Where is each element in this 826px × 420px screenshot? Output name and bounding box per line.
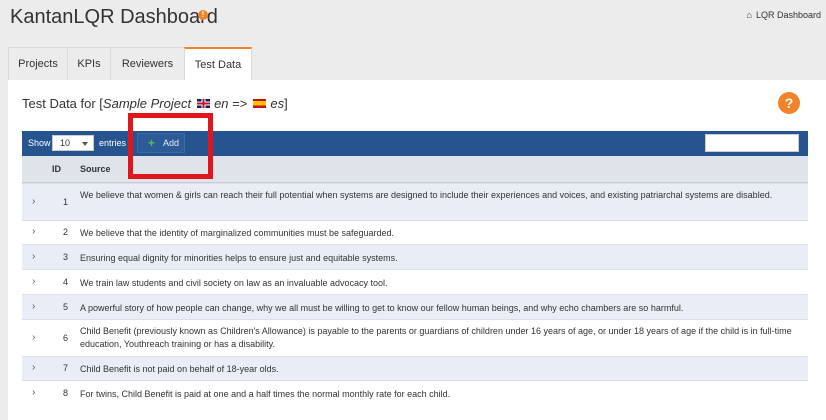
expand-icon[interactable]: › [32, 251, 35, 262]
question-icon[interactable]: ? [778, 92, 800, 114]
row-source: We believe that women & girls can reach … [80, 190, 773, 200]
expand-icon[interactable]: › [32, 387, 35, 398]
column-header-source[interactable]: Source [80, 164, 111, 174]
row-id: 6 [62, 333, 68, 343]
row-id: 3 [62, 252, 68, 262]
spain-flag-icon [253, 99, 267, 109]
row-source: A powerful story of how people can chang… [80, 303, 684, 313]
panel-title: Test Data for [Sample Project en => es] [22, 96, 288, 111]
expand-icon[interactable]: › [32, 196, 35, 207]
chevron-down-icon [82, 142, 88, 146]
table-row[interactable]: › 2 We believe that the identity of marg… [22, 220, 808, 244]
tab-projects[interactable]: Projects [8, 47, 68, 80]
expand-icon[interactable]: › [32, 362, 35, 373]
annotation-highlight-box [128, 113, 213, 179]
expand-icon[interactable]: › [32, 301, 35, 312]
entries-label: entries [99, 138, 127, 148]
project-name: Sample Project [102, 96, 192, 111]
source-lang: en [214, 96, 229, 111]
tab-kpis[interactable]: KPIs [67, 47, 111, 80]
tab-test-data[interactable]: Test Data [184, 47, 252, 81]
row-id: 1 [62, 197, 68, 207]
table-row[interactable]: › 3 Ensuring equal dignity for minoritie… [22, 244, 808, 269]
panel-title-suffix: ] [284, 96, 288, 111]
expand-icon[interactable]: › [32, 332, 35, 343]
row-id: 4 [62, 277, 68, 287]
tab-reviewers[interactable]: Reviewers [110, 47, 185, 80]
table-row[interactable]: › 5 A powerful story of how people can c… [22, 294, 808, 319]
expand-icon[interactable]: › [32, 226, 35, 237]
row-source: For twins, Child Benefit is paid at one … [80, 389, 451, 399]
row-source: Child Benefit (previously known as Child… [80, 326, 792, 349]
entries-value: 10 [60, 138, 71, 148]
breadcrumb-label[interactable]: LQR Dashboard [756, 10, 821, 20]
table-row[interactable]: › 4 We train law students and civil soci… [22, 269, 808, 294]
home-icon: ⌂ [746, 10, 752, 20]
table-row[interactable]: › 7 Child Benefit is not paid on behalf … [22, 356, 808, 380]
row-source: Child Benefit is not paid on behalf of 1… [80, 364, 279, 374]
info-icon[interactable]: ! [198, 10, 208, 20]
panel-title-prefix: Test Data for [ [22, 96, 103, 111]
target-lang: es [270, 96, 285, 111]
show-label: Show [28, 138, 51, 148]
row-id: 5 [62, 302, 68, 312]
table-row[interactable]: › 6 Child Benefit (previously known as C… [22, 319, 808, 356]
row-id: 2 [62, 227, 68, 237]
lang-arrow: => [232, 96, 248, 111]
table-row[interactable]: › 8 For twins, Child Benefit is paid at … [22, 380, 808, 405]
uk-flag-icon [197, 99, 211, 109]
search-input[interactable] [705, 134, 799, 152]
row-id: 7 [62, 363, 68, 373]
row-source: We believe that the identity of marginal… [80, 228, 395, 238]
page-title: KantanLQR Dashboard [10, 6, 218, 28]
entries-select[interactable]: 10 [52, 135, 94, 151]
table-row[interactable]: › 1 We believe that women & girls can re… [22, 183, 808, 220]
breadcrumb[interactable]: ⌂ LQR Dashboard [747, 10, 821, 20]
row-source: We train law students and civil society … [80, 278, 388, 288]
column-header-id[interactable]: ID [52, 164, 61, 174]
page-header: KantanLQR Dashboard ! ⌂ LQR Dashboard [0, 0, 826, 46]
row-id: 8 [62, 388, 68, 398]
expand-icon[interactable]: › [32, 276, 35, 287]
row-source: Ensuring equal dignity for minorities he… [80, 253, 398, 263]
